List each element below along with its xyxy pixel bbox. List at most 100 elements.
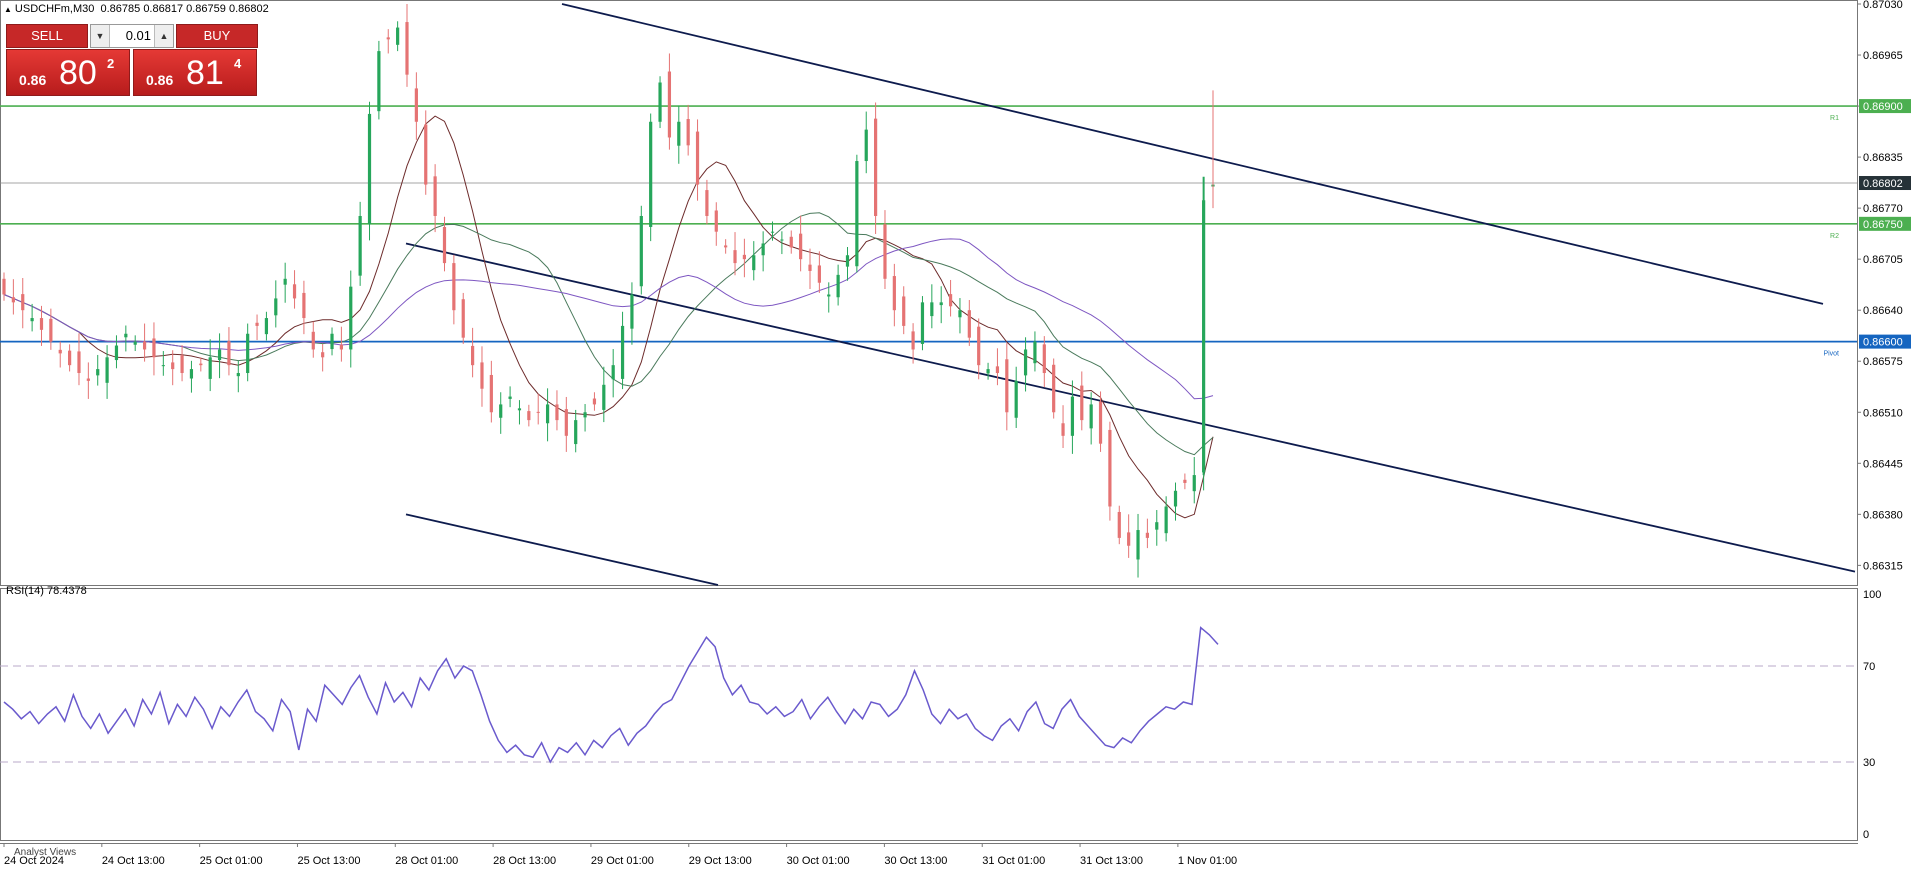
candle-body (545, 404, 550, 424)
candle-body (180, 355, 184, 374)
candle-body (1173, 490, 1178, 507)
candle-body (386, 37, 390, 40)
candle-body (358, 215, 362, 276)
buy-quote-pips: 81 (186, 54, 224, 92)
candle-body (367, 113, 372, 225)
candle-body (1089, 404, 1093, 429)
level-tag-r2: R2 (1830, 233, 1839, 240)
candle-body (592, 398, 597, 405)
chevron-up-icon[interactable]: ▲ (154, 25, 173, 47)
buy-quote-fraction: 4 (234, 56, 242, 71)
candle-body (1136, 530, 1140, 560)
one-click-trading-panel: SELL ▼ 0.01 ▲ BUY 0.86 80 2 0.86 81 4 (6, 24, 258, 97)
candle-body (902, 296, 906, 326)
candle-body (2, 278, 6, 295)
candle-body (892, 276, 896, 311)
candle-body (620, 325, 625, 379)
candle-body (30, 318, 34, 322)
x-tick-label: 31 Oct 13:00 (1080, 855, 1143, 867)
candle-body (424, 124, 428, 185)
candle-body (21, 294, 25, 311)
candle-body (49, 318, 53, 342)
candle-body (930, 302, 934, 317)
candle-body (583, 412, 587, 418)
candle-body (742, 254, 746, 260)
candle-body (733, 250, 737, 264)
candle-body (536, 411, 540, 413)
candle-body (874, 118, 878, 216)
rsi-tick-label: 100 (1863, 589, 1881, 601)
x-tick-label: 25 Oct 01:00 (200, 855, 263, 867)
x-tick-label: 29 Oct 13:00 (689, 855, 752, 867)
candle-body (958, 310, 962, 318)
candle-body (714, 210, 718, 232)
candle-body (396, 27, 400, 45)
candle-body (1042, 344, 1046, 374)
y-tick-label: 0.86315 (1863, 560, 1903, 572)
rsi-line (3, 626, 1219, 764)
ohlc-label: 0.86785 0.86817 0.86759 0.86802 (100, 3, 269, 15)
collapse-triangle-icon[interactable]: ▲ (4, 5, 12, 14)
x-tick-label: 29 Oct 01:00 (591, 855, 654, 867)
candle-body (939, 302, 943, 306)
rsi-pane-frame (0, 588, 1858, 841)
candle-body (883, 224, 887, 279)
candle-body (789, 236, 793, 248)
candle-body (283, 278, 287, 285)
candle-body (414, 88, 418, 122)
candle-body (817, 265, 821, 283)
candle-body (677, 121, 681, 146)
y-tick-label: 0.86640 (1863, 305, 1903, 317)
buy-quote[interactable]: 0.86 81 4 (133, 49, 257, 96)
rsi-tick-label: 30 (1863, 757, 1875, 769)
candle-body (827, 294, 831, 297)
candle-body (377, 51, 381, 112)
x-tick-label: 24 Oct 13:00 (102, 855, 165, 867)
chevron-down-icon[interactable]: ▼ (91, 25, 110, 47)
lot-size-field[interactable]: ▼ 0.01 ▲ (90, 24, 174, 48)
y-tick-label: 0.86445 (1863, 458, 1903, 470)
analyst-views-tab[interactable]: Analyst Views (14, 847, 76, 858)
candle-body (489, 374, 493, 413)
sell-quote[interactable]: 0.86 80 2 (6, 49, 130, 96)
candle-body (236, 373, 240, 377)
candle-body (649, 121, 653, 227)
r2-price-tag: 0.86750 (1863, 219, 1903, 231)
lot-size-value[interactable]: 0.01 (109, 25, 155, 47)
candle-body (799, 233, 803, 260)
candle-body (442, 226, 447, 264)
candle-body (686, 119, 690, 146)
candle-body (986, 369, 990, 374)
x-tick-label: 28 Oct 13:00 (493, 855, 556, 867)
candle-body (302, 292, 306, 319)
candle-body (433, 176, 437, 216)
channel-middle-line (405, 242, 1856, 573)
candle-body (471, 345, 475, 366)
candle-body (161, 365, 165, 367)
candle-body (11, 297, 15, 303)
candle-body (246, 333, 250, 374)
candle-body (1023, 349, 1028, 376)
buy-button[interactable]: BUY (176, 24, 258, 48)
x-tick-label: 28 Oct 01:00 (395, 855, 458, 867)
candle-body (780, 239, 784, 241)
candle-body (1183, 479, 1187, 483)
candle-body (86, 378, 90, 381)
candle-body (911, 331, 915, 350)
sell-button[interactable]: SELL (6, 24, 88, 48)
candle-body (461, 299, 465, 338)
x-tick-label: 31 Oct 01:00 (982, 855, 1045, 867)
x-tick-label: 1 Nov 01:00 (1178, 855, 1237, 867)
candle-body (695, 131, 700, 185)
chart-canvas: R1 R2 Pivot 0.87030 0.86965 0.86900 0.86835 0.… (0, 0, 1911, 867)
candle-body (845, 255, 850, 267)
candle-body (105, 357, 109, 383)
candle-body (667, 71, 672, 138)
x-tick-label: 25 Oct 13:00 (297, 855, 360, 867)
candle-body (274, 298, 278, 316)
candle-body (321, 352, 325, 358)
candle-body (171, 362, 175, 370)
candle-body (527, 411, 531, 421)
candle-body (1033, 341, 1037, 364)
rsi-title: RSI(14) 78.4378 (6, 585, 87, 597)
